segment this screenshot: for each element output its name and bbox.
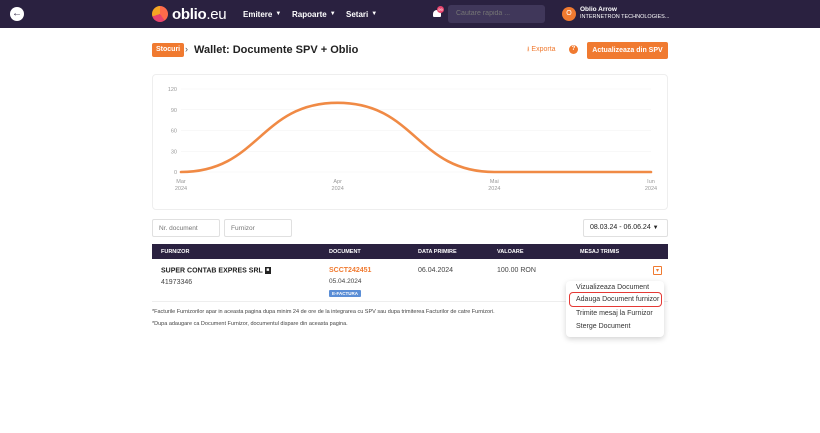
series-line (179, 101, 653, 174)
user-company[interactable]: INTERNETRON TECHNOLOGIES... (580, 14, 669, 20)
top-navbar: ← oblio.eu Emitere ▼ Rapoarte ▼ Setari ▼ 99… (0, 0, 820, 28)
download-icon: ⭳ (527, 46, 530, 53)
nav-setari[interactable]: Setari ▼ (346, 0, 377, 28)
export-link[interactable]: ⭳ Exporta (527, 45, 556, 56)
oblio-logo[interactable]: oblio.eu (152, 5, 227, 23)
document-date: 05.04.2024 (329, 278, 362, 285)
x-tick-label: 2024 (488, 186, 500, 192)
update-from-spv-button[interactable]: Actualizeaza din SPV (587, 42, 668, 59)
breadcrumb-separator-icon: › (185, 44, 188, 54)
menu-item-view-document[interactable]: Vizualizeaza Document (576, 284, 649, 291)
document-value: 100.00 RON (497, 267, 536, 274)
quick-search-input[interactable] (448, 5, 545, 23)
col-furnizor: FURNIZOR (161, 249, 190, 255)
date-range-picker[interactable]: 08.03.24 - 06.06.24 ▼ (583, 219, 668, 237)
x-tick-label: Mar (176, 179, 186, 185)
notification-badge: 99 (437, 6, 444, 13)
menu-item-add-supplier-document[interactable]: Adauga Document furnizor (576, 296, 659, 303)
x-tick-label: 2024 (332, 186, 344, 192)
chart-panel: 0 30 60 90 120 Mar 2024 Apr 2024 Mai 2024 Iun 2024 (152, 74, 668, 210)
page-title: Wallet: Documente SPV + Oblio (194, 44, 359, 56)
document-number-filter[interactable] (152, 219, 220, 237)
breadcrumb-stocuri[interactable]: Stocuri (152, 43, 185, 57)
x-tick-label: 2024 (175, 186, 187, 192)
y-tick-label: 30 (171, 149, 177, 155)
x-tick-label: Mai (490, 179, 499, 185)
date-range-value: 08.03.24 - 06.06.24 (590, 224, 651, 231)
menu-item-delete-document[interactable]: Sterge Document (576, 323, 630, 330)
y-tick-label: 0 (174, 170, 177, 176)
chevron-down-icon: ▼ (652, 225, 659, 231)
col-document: DOCUMENT (329, 249, 361, 255)
nav-rapoarte[interactable]: Rapoarte ▼ (292, 0, 336, 28)
user-name[interactable]: Oblio Arrow (580, 6, 617, 13)
col-data-primire: DATA PRIMIRE (418, 249, 457, 255)
x-tick-label: 2024 (645, 186, 657, 192)
footnote-1: *Facturile Furnizorilor apar in aceasta … (152, 309, 495, 315)
nav-emitere[interactable]: Emitere ▼ (243, 0, 281, 28)
help-icon[interactable]: ? (569, 45, 578, 54)
x-tick-label: Apr (333, 179, 342, 185)
logo-text: oblio.eu (172, 5, 227, 23)
chevron-down-icon: ▼ (275, 11, 282, 17)
y-tick-label: 60 (171, 129, 177, 135)
y-tick-label: 90 (171, 108, 177, 114)
back-arrow-icon[interactable]: ← (10, 7, 24, 21)
document-number-link[interactable]: SCCT242451 (329, 267, 371, 274)
chevron-down-icon: ▼ (371, 11, 378, 17)
chevron-down-icon: ▼ (329, 11, 336, 17)
y-tick-label: 120 (168, 87, 177, 93)
supplier-name: SUPER CONTAB EXPRES SRL ■ (161, 267, 271, 275)
export-label: Exporta (531, 46, 556, 53)
efactura-badge: E-FACTURA (329, 290, 361, 297)
document-icon: ■ (264, 267, 271, 274)
supplier-code: 41973346 (161, 279, 193, 286)
col-valoare: VALOARE (497, 249, 524, 255)
row-actions-chevron-icon[interactable]: ▾ (653, 266, 662, 275)
notifications-bell-icon[interactable]: 99 (432, 6, 444, 19)
menu-item-send-message[interactable]: Trimite mesaj la Furnizor (576, 310, 653, 317)
received-date: 06.04.2024 (418, 267, 454, 274)
user-avatar[interactable]: O (562, 7, 576, 21)
logo-mark-icon (152, 6, 168, 22)
x-tick-label: Iun (647, 179, 655, 185)
supplier-filter[interactable] (224, 219, 292, 237)
table-header: FURNIZOR DOCUMENT DATA PRIMIRE VALOARE M… (152, 244, 668, 259)
footnote-2: *Dupa adaugare ca Document Furnizor, doc… (152, 321, 348, 327)
col-mesaj-trimis: MESAJ TRIMIS (580, 249, 620, 255)
line-chart: 0306090120Mar2024Apr2024Mai2024Iun2024 (168, 87, 657, 192)
row-actions-menu: Vizualizeaza Document Adauga Document fu… (566, 281, 664, 337)
